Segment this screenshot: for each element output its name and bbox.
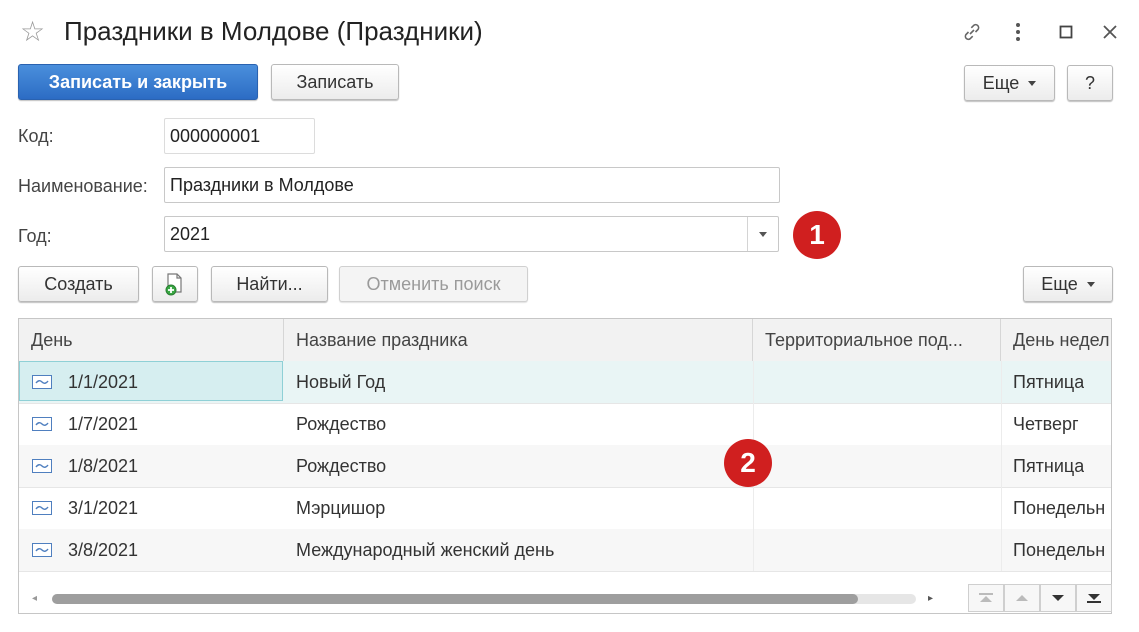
table-row[interactable]: 3/1/2021 Мэрцишор Понедельн <box>19 487 1111 530</box>
cell-holiday-name: Рождество <box>296 456 387 476</box>
create-button[interactable]: Создать <box>18 266 139 302</box>
table-header: День Название праздника Территориальное … <box>19 319 1111 362</box>
cell-holiday-name: Мэрцишор <box>296 498 386 518</box>
cell-holiday-name: Рождество <box>296 414 387 434</box>
cell-holiday-name: Международный женский день <box>296 540 555 560</box>
go-to-first-button[interactable] <box>968 584 1004 612</box>
calendar-entry-icon <box>32 417 52 431</box>
cell-weekday: Понедельн <box>1013 540 1106 560</box>
table-more-label: Еще <box>1041 273 1078 294</box>
close-icon[interactable] <box>1098 18 1122 46</box>
save-and-close-button[interactable]: Записать и закрыть <box>18 64 258 100</box>
cell-day: 1/1/2021 <box>68 372 139 392</box>
annotation-badge-2: 2 <box>724 439 772 487</box>
cell-holiday-name: Новый Год <box>296 372 386 392</box>
calendar-entry-icon <box>32 459 52 473</box>
table-row[interactable]: 3/8/2021 Международный женский день Поне… <box>19 529 1111 572</box>
scroll-left-icon[interactable]: ◂ <box>32 593 37 604</box>
name-field[interactable]: Праздники в Молдове <box>164 167 780 203</box>
cell-day: 3/8/2021 <box>68 540 139 560</box>
cell-weekday: Пятница <box>1013 456 1085 476</box>
find-button[interactable]: Найти... <box>211 266 328 302</box>
column-header-day[interactable]: День <box>19 319 284 361</box>
first-row-icon <box>979 593 993 602</box>
year-value: 2021 <box>170 223 211 244</box>
go-to-last-button[interactable] <box>1076 584 1112 612</box>
table-row[interactable]: 1/7/2021 Рождество Четверг <box>19 403 1111 446</box>
scroll-right-icon[interactable]: ▸ <box>928 593 933 604</box>
calendar-entry-icon <box>32 501 52 515</box>
cell-weekday: Пятница <box>1013 372 1085 392</box>
cell-weekday: Четверг <box>1013 414 1079 434</box>
copy-item-button[interactable] <box>152 266 198 302</box>
more-menu-button[interactable]: Еще <box>964 65 1055 101</box>
table-row[interactable]: 1/8/2021 Рождество Пятница <box>19 445 1111 488</box>
cancel-search-button[interactable]: Отменить поиск <box>339 266 528 302</box>
cell-weekday: Понедельн <box>1013 498 1106 518</box>
table-more-button[interactable]: Еще <box>1023 266 1113 302</box>
add-document-icon <box>165 273 182 296</box>
save-button[interactable]: Записать <box>271 64 399 100</box>
selected-cell <box>19 361 283 401</box>
page-title: Праздники в Молдове (Праздники) <box>64 16 483 46</box>
name-label: Наименование: <box>18 176 148 196</box>
dropdown-arrow-icon[interactable] <box>747 217 778 251</box>
column-header-territory[interactable]: Территориальное под... <box>753 319 1001 361</box>
code-field[interactable]: 000000001 <box>164 118 315 154</box>
column-divider <box>1001 361 1002 571</box>
more-menu-label: Еще <box>982 72 1020 93</box>
column-header-holiday-name[interactable]: Название праздника <box>284 319 753 361</box>
cell-day: 1/7/2021 <box>68 414 139 434</box>
table-row[interactable]: 1/1/2021 Новый Год Пятница <box>19 361 1111 404</box>
cell-day: 3/1/2021 <box>68 498 139 518</box>
go-to-previous-button[interactable] <box>1004 584 1040 612</box>
more-vertical-icon[interactable] <box>1006 18 1030 46</box>
cell-day: 1/8/2021 <box>68 456 139 476</box>
calendar-entry-icon <box>32 375 52 389</box>
column-header-weekday[interactable]: День недел <box>1001 319 1111 361</box>
code-label: Код: <box>18 126 54 146</box>
previous-row-icon <box>1016 595 1028 601</box>
chevron-down-icon <box>1086 281 1095 287</box>
chevron-down-icon <box>1028 80 1037 86</box>
horizontal-scrollbar-thumb[interactable] <box>52 594 858 604</box>
holidays-table: День Название праздника Территориальное … <box>18 318 1112 614</box>
calendar-entry-icon <box>32 543 52 557</box>
last-row-icon <box>1087 594 1101 603</box>
year-label: Год: <box>18 226 52 246</box>
maximize-icon[interactable] <box>1054 18 1078 46</box>
favorite-star-icon[interactable]: ☆ <box>20 16 45 48</box>
go-to-next-button[interactable] <box>1040 584 1076 612</box>
year-select[interactable]: 2021 <box>164 216 779 252</box>
link-icon[interactable] <box>960 18 984 46</box>
annotation-badge-1: 1 <box>793 211 841 259</box>
help-button[interactable]: ? <box>1067 65 1113 101</box>
next-row-icon <box>1052 595 1064 601</box>
